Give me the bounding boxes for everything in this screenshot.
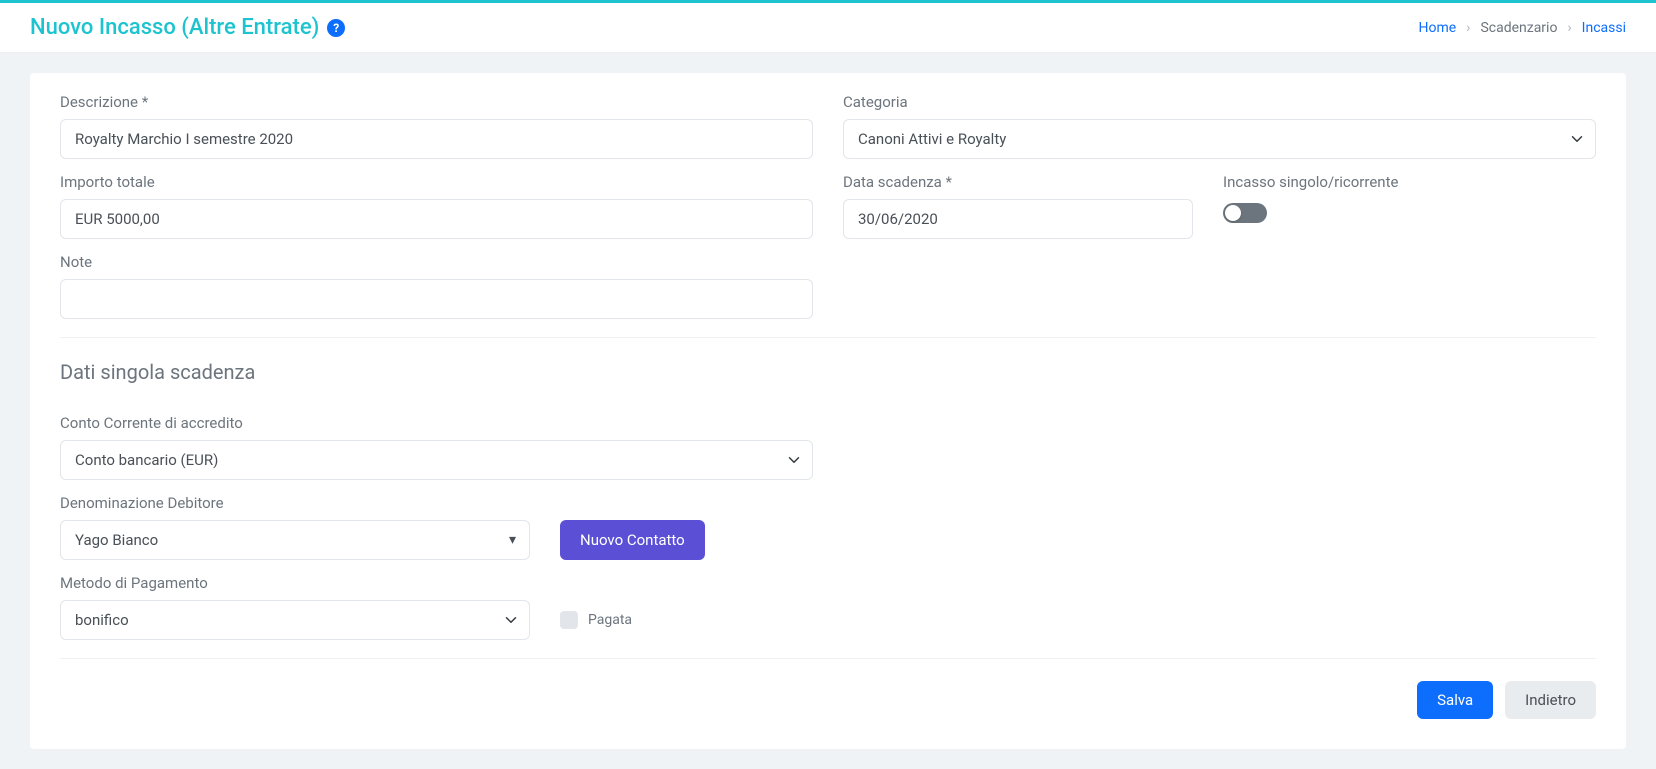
back-button[interactable]: Indietro xyxy=(1505,681,1596,719)
toggle-knob xyxy=(1225,205,1241,221)
pagata-label: Pagata xyxy=(588,612,632,628)
data-scadenza-label: Data scadenza * xyxy=(843,173,1193,191)
footer-divider xyxy=(60,658,1596,659)
categoria-group: Categoria Canoni Attivi e Royalty xyxy=(843,93,1596,159)
note-input[interactable] xyxy=(60,279,813,319)
conto-label: Conto Corrente di accredito xyxy=(60,414,813,432)
metodo-label: Metodo di Pagamento xyxy=(60,574,530,592)
pagata-checkbox[interactable] xyxy=(560,611,578,629)
debitore-group: Denominazione Debitore ▾ xyxy=(60,494,530,560)
debitore-label: Denominazione Debitore xyxy=(60,494,530,512)
conto-select[interactable]: Conto bancario (EUR) xyxy=(60,440,813,480)
debitore-input[interactable] xyxy=(60,520,530,560)
content-wrapper: Descrizione * Categoria Canoni Attivi e … xyxy=(0,53,1656,769)
page-header: Nuovo Incasso (Altre Entrate) ? Home › S… xyxy=(0,3,1656,53)
form-card: Descrizione * Categoria Canoni Attivi e … xyxy=(30,73,1626,749)
breadcrumb: Home › Scadenzario › Incassi xyxy=(1419,20,1626,36)
importo-input[interactable] xyxy=(60,199,813,239)
importo-group: Importo totale xyxy=(60,173,813,239)
nuovo-contatto-button[interactable]: Nuovo Contatto xyxy=(560,520,705,560)
page-title: Nuovo Incasso (Altre Entrate) ? xyxy=(30,15,345,40)
metodo-select[interactable]: bonifico xyxy=(60,600,530,640)
section-divider xyxy=(60,337,1596,338)
categoria-label: Categoria xyxy=(843,93,1596,111)
breadcrumb-home[interactable]: Home xyxy=(1419,20,1457,36)
data-scadenza-input[interactable] xyxy=(843,199,1193,239)
descrizione-group: Descrizione * xyxy=(60,93,813,159)
descrizione-input[interactable] xyxy=(60,119,813,159)
ricorrente-group: Incasso singolo/ricorrente xyxy=(1223,173,1596,239)
conto-group: Conto Corrente di accredito Conto bancar… xyxy=(60,414,813,480)
categoria-select[interactable]: Canoni Attivi e Royalty xyxy=(843,119,1596,159)
note-group: Note xyxy=(60,253,813,319)
page-title-text: Nuovo Incasso (Altre Entrate) xyxy=(30,15,319,40)
data-scadenza-group: Data scadenza * xyxy=(843,173,1193,239)
chevron-right-icon: › xyxy=(1466,20,1470,36)
section-title: Dati singola scadenza xyxy=(60,360,1596,384)
importo-label: Importo totale xyxy=(60,173,813,191)
breadcrumb-scadenzario: Scadenzario xyxy=(1480,20,1557,36)
metodo-group: Metodo di Pagamento bonifico xyxy=(60,574,530,640)
note-label: Note xyxy=(60,253,813,271)
save-button[interactable]: Salva xyxy=(1417,681,1493,719)
footer-actions: Salva Indietro xyxy=(60,681,1596,719)
ricorrente-label: Incasso singolo/ricorrente xyxy=(1223,173,1596,191)
breadcrumb-incassi[interactable]: Incassi xyxy=(1582,20,1626,36)
chevron-right-icon: › xyxy=(1567,20,1571,36)
help-icon[interactable]: ? xyxy=(327,19,345,37)
ricorrente-toggle[interactable] xyxy=(1223,203,1267,223)
descrizione-label: Descrizione * xyxy=(60,93,813,111)
pagata-group: Pagata xyxy=(560,600,632,640)
